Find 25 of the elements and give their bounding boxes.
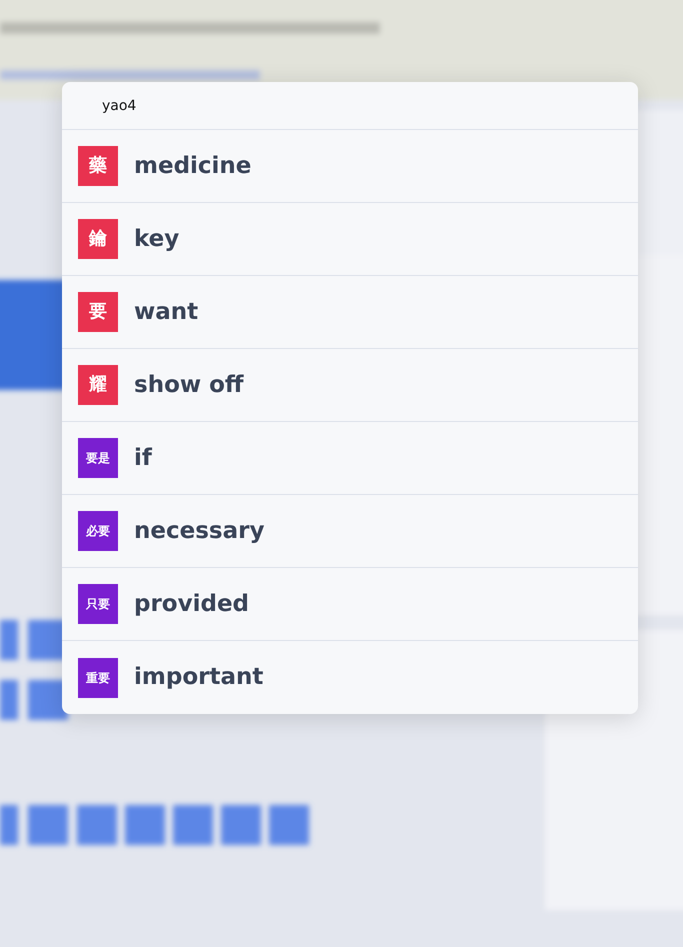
meaning-text: important <box>134 663 264 692</box>
hanzi-tile: 重要 <box>78 658 118 698</box>
meaning-text: necessary <box>134 516 264 546</box>
hanzi-tile: 要是 <box>78 438 118 478</box>
result-row[interactable]: 要是 if <box>62 422 638 495</box>
result-row[interactable]: 要 want <box>62 276 638 349</box>
hanzi-tile: 只要 <box>78 584 118 624</box>
result-row[interactable]: 必要 necessary <box>62 495 638 568</box>
meaning-text: if <box>134 444 152 473</box>
meaning-text: key <box>134 224 180 254</box>
meaning-text: medicine <box>134 152 252 181</box>
hanzi-tile: 要 <box>78 292 118 332</box>
result-row[interactable]: 耀 show off <box>62 349 638 422</box>
result-row[interactable]: 藥 medicine <box>62 130 638 203</box>
result-row[interactable]: 鑰 key <box>62 203 638 276</box>
hanzi-tile: 鑰 <box>78 219 118 259</box>
search-field[interactable]: yao4 <box>62 82 638 130</box>
result-row[interactable]: 重要 important <box>62 641 638 714</box>
hanzi-tile: 耀 <box>78 365 118 405</box>
hanzi-tile: 藥 <box>78 146 118 186</box>
meaning-text: show off <box>134 370 244 400</box>
hanzi-tile: 必要 <box>78 511 118 551</box>
result-row[interactable]: 只要 provided <box>62 568 638 641</box>
meaning-text: provided <box>134 590 250 619</box>
meaning-text: want <box>134 298 198 327</box>
